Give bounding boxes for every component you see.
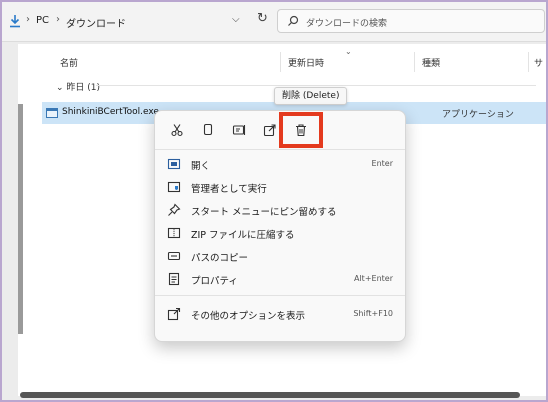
properties-icon	[168, 272, 180, 286]
search-icon	[288, 15, 299, 26]
file-name: ShinkiniBCertTool.exe	[62, 107, 159, 117]
menu-item-more-options[interactable]: その他のオプションを表示 Shift+F10	[155, 303, 405, 325]
menu-item-label: 開く	[191, 161, 211, 172]
menu-divider	[155, 295, 405, 296]
rename-icon	[232, 125, 246, 135]
shortcut-label: Enter	[371, 159, 393, 168]
chevron-right-icon: ›	[26, 14, 30, 25]
column-header-size[interactable]: サ	[534, 56, 543, 69]
column-divider[interactable]	[528, 52, 529, 72]
menu-item-run-as-admin[interactable]: 管理者として実行	[155, 176, 405, 198]
column-header-type[interactable]: 種類	[422, 56, 440, 69]
breadcrumb-downloads[interactable]: ダウンロード	[66, 15, 126, 30]
navigation-scrollbar[interactable]	[18, 104, 23, 334]
menu-item-compress-zip[interactable]: ZIP ファイルに圧縮する	[155, 222, 405, 244]
file-type: アプリケーション	[442, 110, 514, 120]
shortcut-label: Alt+Enter	[353, 274, 393, 283]
search-input[interactable]: ダウンロードの検索	[277, 9, 545, 33]
copy-button[interactable]	[194, 117, 222, 143]
column-divider[interactable]	[414, 52, 415, 72]
shield-icon	[167, 181, 181, 193]
delete-highlight-box	[279, 112, 323, 148]
share-icon	[263, 124, 276, 137]
menu-item-label: プロパティ	[191, 276, 238, 287]
path-copy-icon	[167, 251, 181, 261]
menu-item-label: ZIP ファイルに圧縮する	[191, 230, 295, 241]
open-icon	[167, 158, 181, 170]
chevron-right-icon: ›	[56, 14, 60, 25]
refresh-icon[interactable]: ↻	[257, 11, 268, 26]
column-header-modified[interactable]: 更新日時	[288, 56, 324, 69]
sort-caret-icon: ⌄	[345, 47, 352, 56]
context-menu-icon-row	[155, 111, 405, 149]
menu-item-copy-path[interactable]: パスのコピー	[155, 245, 405, 267]
address-bar-row: › PC › ダウンロード ⌵ ↻ ダウンロードの検索	[0, 0, 548, 42]
chevron-down-icon: ⌄	[56, 83, 67, 93]
menu-item-label: パスのコピー	[191, 253, 249, 264]
menu-item-properties[interactable]: プロパティ Alt+Enter	[155, 268, 405, 290]
menu-item-label: その他のオプションを表示	[191, 311, 306, 322]
group-header[interactable]: ⌄ 昨日 (1)	[56, 80, 100, 93]
menu-item-open[interactable]: 開く Enter	[155, 153, 405, 175]
menu-item-label: 管理者として実行	[191, 184, 267, 195]
group-label: 昨日 (1)	[66, 83, 101, 93]
menu-item-label: スタート メニューにピン留めする	[191, 207, 337, 218]
menu-divider	[155, 149, 405, 150]
column-divider[interactable]	[280, 52, 281, 72]
breadcrumb-pc[interactable]: PC	[36, 15, 49, 26]
application-icon	[46, 108, 58, 118]
pin-icon	[168, 203, 181, 216]
download-icon	[10, 15, 20, 28]
shortcut-label: Shift+F10	[353, 309, 393, 318]
rename-button[interactable]	[225, 117, 253, 143]
zip-folder-icon	[167, 227, 181, 239]
chevron-down-icon[interactable]: ⌵	[232, 14, 240, 25]
horizontal-scrollbar[interactable]	[20, 392, 520, 398]
copy-icon	[203, 123, 213, 136]
group-divider	[96, 85, 536, 86]
more-options-icon	[167, 307, 181, 321]
menu-item-pin-to-start[interactable]: スタート メニューにピン留めする	[155, 199, 405, 221]
delete-tooltip: 削除 (Delete)	[274, 87, 348, 105]
column-header-name[interactable]: 名前	[60, 56, 78, 69]
search-placeholder: ダウンロードの検索	[306, 19, 388, 29]
cut-icon	[171, 124, 183, 137]
context-menu: 開く Enter 管理者として実行 スタート メニューにピン留めする ZIP フ…	[154, 110, 406, 342]
cut-button[interactable]	[163, 117, 191, 143]
